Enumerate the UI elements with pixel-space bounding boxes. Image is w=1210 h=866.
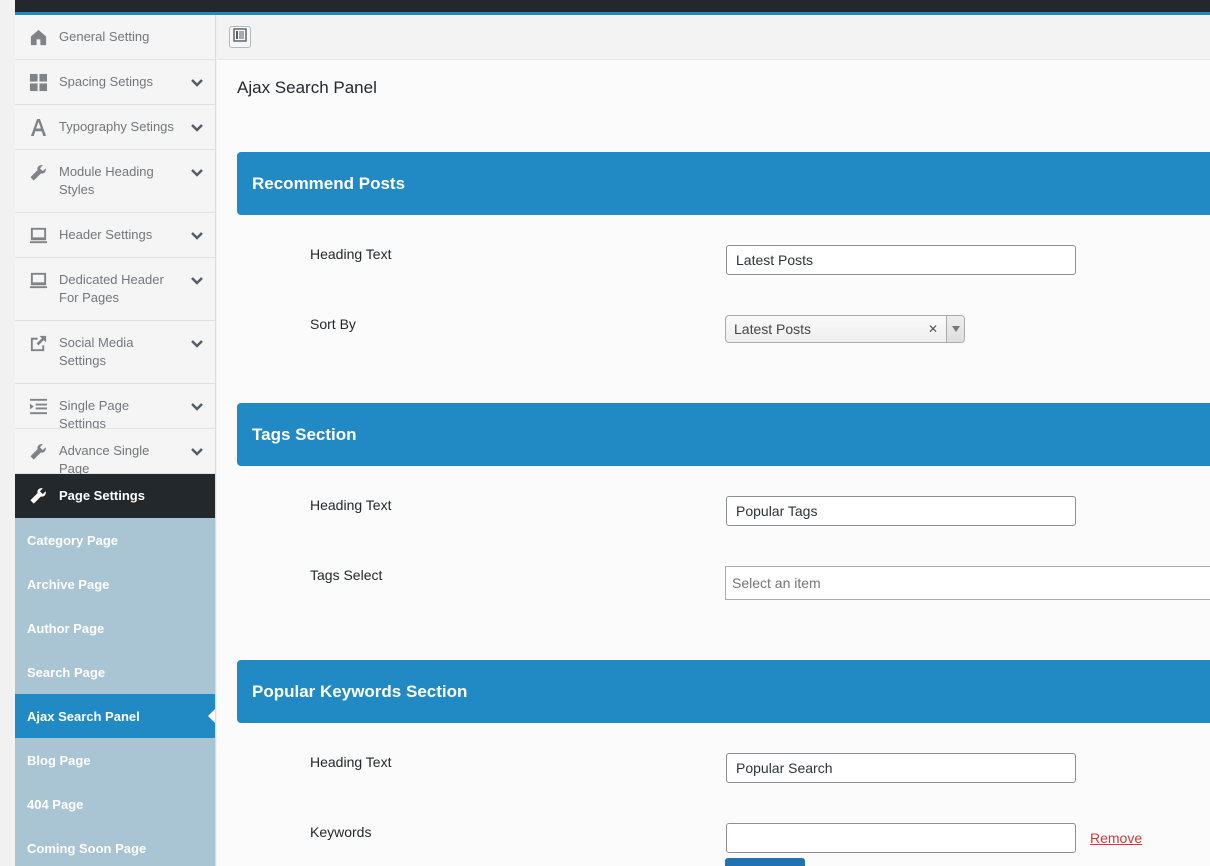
list-icon: [28, 396, 48, 416]
chevron-down-icon[interactable]: [191, 274, 205, 288]
panel-toolbar: [217, 15, 1210, 60]
submenu-item-search-page[interactable]: Search Page: [15, 650, 215, 694]
sidebar-item-general-setting[interactable]: General Setting: [15, 15, 215, 60]
sidebar-item-advance-single-page[interactable]: Advance Single Page: [15, 429, 215, 476]
page-title: Ajax Search Panel: [237, 78, 377, 97]
sidebar-item-label: Single Page Settings: [59, 398, 130, 431]
sort-by-select[interactable]: Latest Posts ✕: [725, 315, 965, 343]
sidebar-item-single-page-settings[interactable]: Single Page Settings: [15, 384, 215, 431]
wrench-icon: [28, 485, 48, 505]
sidebar-item-module-heading-styles[interactable]: Module Heading Styles: [15, 150, 215, 213]
sidebar-item-spacing-setings[interactable]: Spacing Setings: [15, 60, 215, 105]
submenu-item-category-page[interactable]: Category Page: [15, 518, 215, 562]
field-label-keywords: Keywords: [310, 824, 372, 840]
sidebar-item-label: Advance Single Page: [59, 443, 150, 476]
sort-by-selected-value: Latest Posts: [734, 321, 812, 337]
sidebar-item-typography-setings[interactable]: Typography Setings: [15, 105, 215, 150]
sidebar-item-social-media-settings[interactable]: Social Media Settings: [15, 321, 215, 384]
submenu-item-404-page[interactable]: 404 Page: [15, 782, 215, 826]
chevron-down-icon[interactable]: [191, 400, 205, 414]
sidebar-item-label: General Setting: [59, 29, 150, 44]
sidebar-item-dedicated-header[interactable]: Dedicated Header For Pages: [15, 258, 215, 321]
field-label-tags-select: Tags Select: [310, 567, 383, 583]
add-keyword-button[interactable]: [725, 858, 805, 866]
sidebar-item-label: Module Heading Styles: [59, 164, 154, 197]
field-label-heading-text: Heading Text: [310, 246, 392, 262]
tags-heading-text-input[interactable]: [726, 496, 1076, 526]
submenu-item-coming-soon-page[interactable]: Coming Soon Page: [15, 826, 215, 866]
settings-sidebar: General Setting Spacing Setings Typograp…: [15, 15, 216, 866]
share-icon: [28, 333, 48, 353]
sidebar-item-page-settings[interactable]: Page Settings: [15, 474, 215, 518]
sidebar-item-label: Page Settings: [59, 488, 145, 503]
clear-selection-icon[interactable]: ✕: [928, 322, 938, 336]
sidebar-item-label: Typography Setings: [59, 119, 174, 134]
field-label-sort-by: Sort By: [310, 316, 356, 332]
section-header-recommend-posts: Recommend Posts: [237, 152, 1210, 215]
sidebar-item-label: Header Settings: [59, 227, 153, 242]
typography-icon: [28, 117, 48, 137]
monitor-icon: [28, 225, 48, 245]
recommend-heading-text-input[interactable]: [726, 245, 1076, 275]
wrench-icon: [28, 162, 48, 182]
chevron-down-icon[interactable]: [191, 166, 205, 180]
chevron-down-icon[interactable]: [946, 316, 964, 342]
chevron-down-icon[interactable]: [191, 121, 205, 135]
remove-keyword-link[interactable]: Remove: [1090, 830, 1142, 846]
submenu-item-archive-page[interactable]: Archive Page: [15, 562, 215, 606]
section-header-popular-keywords: Popular Keywords Section: [237, 660, 1210, 723]
keyword-input[interactable]: [726, 823, 1076, 853]
grid-icon: [28, 72, 48, 92]
home-icon: [28, 27, 48, 47]
chevron-down-icon[interactable]: [191, 445, 205, 459]
page-settings-submenu: Category Page Archive Page Author Page S…: [15, 518, 215, 866]
submenu-item-author-page[interactable]: Author Page: [15, 606, 215, 650]
tags-select-input[interactable]: [725, 566, 1210, 600]
admin-top-bar: [15, 0, 1210, 15]
submenu-item-ajax-search-panel[interactable]: Ajax Search Panel: [15, 694, 215, 738]
sidebar-item-label: Dedicated Header For Pages: [59, 272, 164, 305]
monitor-icon: [28, 270, 48, 290]
left-edge-strip: [0, 0, 15, 866]
wrench-icon: [28, 441, 48, 461]
keywords-heading-text-input[interactable]: [726, 753, 1076, 783]
chevron-down-icon[interactable]: [191, 337, 205, 351]
sidebar-item-header-settings[interactable]: Header Settings: [15, 213, 215, 258]
chevron-down-icon[interactable]: [191, 229, 205, 243]
field-label-heading-text: Heading Text: [310, 497, 392, 513]
layout-icon: [233, 27, 247, 47]
sidebar-item-label: Social Media Settings: [59, 335, 134, 368]
chevron-down-icon[interactable]: [191, 76, 205, 90]
section-header-tags-section: Tags Section: [237, 403, 1210, 466]
settings-main-panel: Ajax Search Panel Recommend Posts Headin…: [217, 60, 1210, 866]
field-label-heading-text: Heading Text: [310, 754, 392, 770]
layout-toggle-button[interactable]: [229, 26, 251, 48]
submenu-item-blog-page[interactable]: Blog Page: [15, 738, 215, 782]
sidebar-item-label: Spacing Setings: [59, 74, 153, 89]
